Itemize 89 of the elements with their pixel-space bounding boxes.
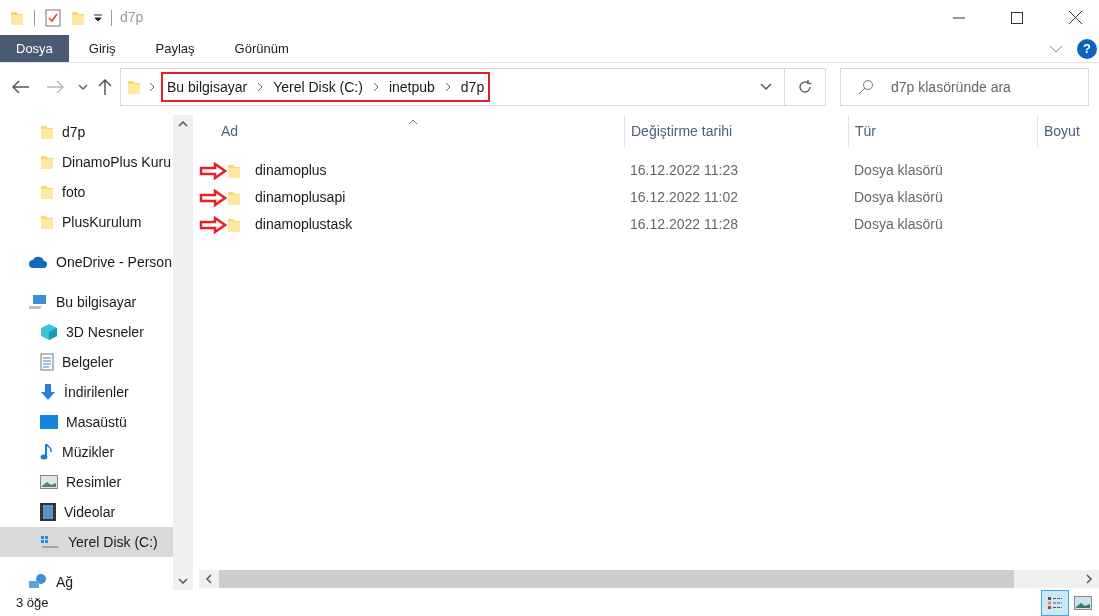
ribbon-tab[interactable]: Dosya	[0, 35, 69, 62]
chevron-down-icon[interactable]	[1049, 44, 1063, 53]
nav-item[interactable]: Müzikler	[0, 437, 173, 467]
cloud-icon	[28, 256, 48, 268]
new-folder-icon	[71, 9, 85, 26]
nav-item[interactable]: Yerel Disk (C:)	[0, 527, 173, 557]
search-icon	[858, 79, 874, 95]
desktop-icon	[40, 415, 58, 429]
network-icon	[28, 573, 48, 590]
cube-icon	[40, 323, 58, 341]
chevron-down-icon[interactable]	[760, 83, 772, 91]
chevron-right-icon[interactable]	[1086, 574, 1092, 584]
nav-item[interactable]: OneDrive - Person	[0, 247, 173, 277]
nav-item[interactable]: foto	[0, 177, 173, 207]
chevron-right-icon	[372, 82, 379, 92]
nav-item[interactable]: Bu bilgisayar	[0, 287, 173, 317]
table-cell-text: Dosya klasörü	[853, 215, 944, 234]
back-arrow-icon[interactable]	[12, 80, 30, 94]
window-title: d7p	[120, 8, 144, 27]
chevron-down-icon[interactable]	[78, 84, 88, 90]
folder-icon	[40, 184, 54, 200]
nav-item[interactable]: Ağ	[0, 567, 173, 590]
breadcrumb-segment[interactable]: inetpub	[388, 76, 435, 98]
folder-icon	[10, 9, 24, 26]
close-icon[interactable]	[1069, 11, 1082, 24]
arrow-annotation	[199, 161, 227, 180]
down-arrow-icon	[40, 383, 56, 401]
nav-item[interactable]: Videolar	[0, 497, 173, 527]
chevron-left-icon[interactable]	[206, 574, 212, 584]
picture-icon	[40, 475, 58, 489]
column-header[interactable]: Tür	[855, 120, 876, 142]
arrow-annotation	[199, 188, 227, 207]
details-view-button[interactable]	[1041, 590, 1069, 616]
column-header[interactable]: Değiştirme tarihi	[631, 120, 733, 142]
nav-item[interactable]: PlusKurulum	[0, 207, 173, 237]
properties-icon[interactable]	[45, 8, 61, 27]
sort-icon	[408, 119, 418, 125]
table-cell-text: 16.12.2022 11:28	[629, 215, 739, 234]
column-header[interactable]: Boyut	[1044, 120, 1080, 142]
table-cell-text: 16.12.2022 11:23	[629, 161, 739, 180]
chevron-right-icon	[149, 82, 155, 92]
table-cell-text: 16.12.2022 11:02	[629, 188, 739, 207]
dropdown-icon[interactable]	[93, 12, 103, 23]
nav-item[interactable]: d7p	[0, 117, 173, 147]
folder-icon	[40, 154, 54, 170]
file-name[interactable]: dinamoplustask	[255, 214, 353, 235]
table-cell-text: Dosya klasörü	[853, 188, 944, 207]
ribbon-tab[interactable]: Paylaş	[135, 35, 215, 62]
arrow-annotation	[199, 215, 227, 234]
breadcrumb-segment[interactable]: d7p	[460, 76, 485, 98]
address-bar[interactable]: Bu bilgisayar Yerel Disk (C:) inetpub d7p	[120, 68, 826, 106]
search-field[interactable]: d7p klasöründe ara	[840, 68, 1089, 106]
chevron-right-icon	[257, 82, 264, 92]
film-icon	[40, 503, 56, 521]
refresh-icon[interactable]	[797, 79, 813, 95]
chevron-up-icon[interactable]	[178, 121, 188, 127]
nav-item[interactable]: Belgeler	[0, 347, 173, 377]
folder-icon	[40, 214, 54, 230]
folder-icon	[127, 79, 141, 95]
help-button[interactable]: ?	[1077, 38, 1097, 59]
ribbon-tab[interactable]: Giriş	[68, 35, 136, 62]
breadcrumb-segment[interactable]: Bu bilgisayar	[167, 76, 248, 98]
chevron-right-icon	[444, 82, 451, 92]
file-name[interactable]: dinamoplusapi	[255, 187, 346, 208]
folder-icon	[227, 216, 241, 233]
music-note-icon	[40, 443, 54, 461]
item-count: 3 öğe	[16, 594, 49, 613]
table-cell-text: Dosya klasörü	[853, 161, 944, 180]
maximize-icon[interactable]	[1011, 11, 1023, 24]
ribbon-tab[interactable]: Görünüm	[214, 35, 309, 62]
folder-icon	[227, 189, 241, 206]
nav-item[interactable]: İndirilenler	[0, 377, 173, 407]
nav-item[interactable]: 3D Nesneler	[0, 317, 173, 347]
document-icon	[40, 353, 54, 371]
picture-icon	[1074, 596, 1092, 610]
nav-item[interactable]: DinamoPlus Kuru	[0, 147, 173, 177]
column-header[interactable]: Ad	[221, 120, 239, 142]
details-list-icon	[1047, 596, 1063, 610]
folder-icon	[227, 162, 241, 179]
up-arrow-icon[interactable]	[98, 78, 112, 96]
computer-icon	[28, 294, 48, 310]
nav-item[interactable]: Masaüstü	[0, 407, 173, 437]
chevron-down-icon[interactable]	[178, 578, 188, 584]
scrollbar[interactable]	[173, 115, 193, 590]
nav-item[interactable]: Resimler	[0, 467, 173, 497]
breadcrumb-segment[interactable]: Yerel Disk (C:)	[273, 76, 363, 98]
drive-icon	[40, 535, 60, 549]
folder-icon	[40, 124, 54, 140]
file-name[interactable]: dinamoplus	[255, 160, 327, 181]
